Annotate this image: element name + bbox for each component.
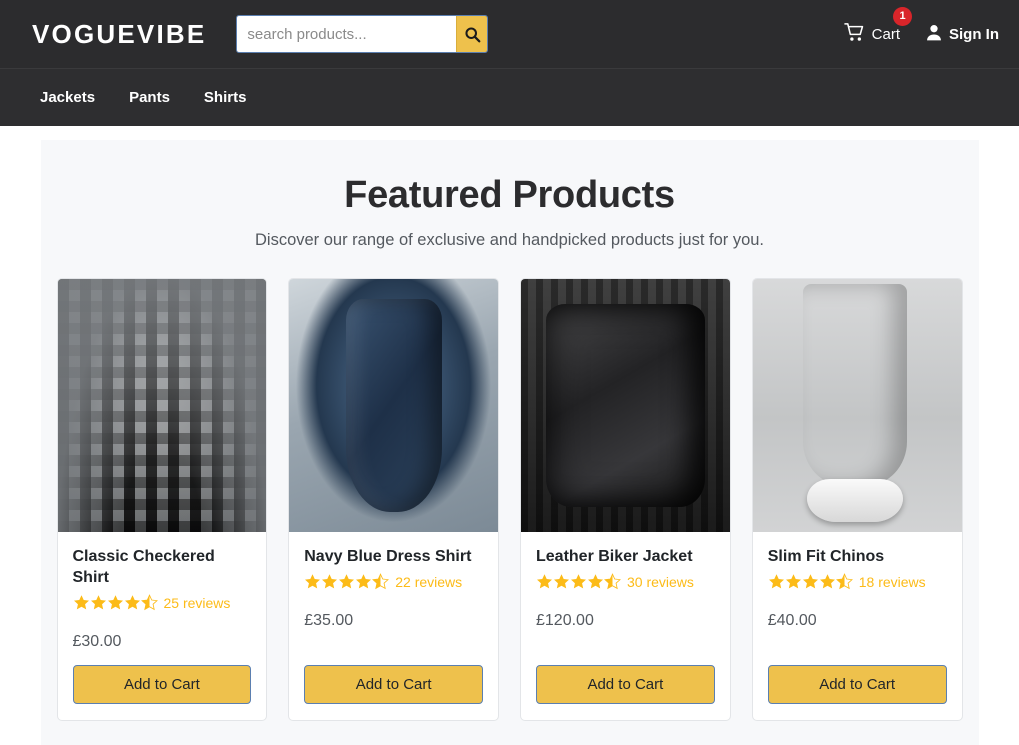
search-icon [464,26,481,43]
search-button[interactable] [456,16,488,52]
page-title: Featured Products [344,174,675,216]
sign-in-button[interactable]: Sign In [926,24,999,45]
header-actions: Cart 1 Sign In [843,6,999,46]
featured-products-panel: Featured Products Discover our range of … [40,140,979,745]
review-count: 22 reviews [395,573,463,590]
product-title: Navy Blue Dress Shirt [304,548,472,565]
add-to-cart-button[interactable]: Add to Cart [304,665,483,705]
site-logo[interactable]: VOGUEVIBE [32,19,206,50]
star-rating-icons [536,573,621,590]
star-rating-icons [73,594,158,611]
page-subtitle: Discover our range of exclusive and hand… [254,231,765,249]
add-to-cart-button[interactable]: Add to Cart [72,665,252,705]
add-to-cart-button[interactable]: Add to Cart [536,665,715,705]
product-price: £30.00 [72,633,122,651]
product-price: £120.00 [536,612,594,630]
product-card[interactable]: Leather Biker Jacket 30 reviews £120.00 … [520,278,731,722]
product-title: Leather Biker Jacket [536,548,693,565]
product-price: £35.00 [304,612,354,630]
product-rating: 22 reviews [304,573,483,590]
product-image [752,279,962,532]
nav-item-jackets[interactable]: Jackets [40,89,95,106]
product-info: Navy Blue Dress Shirt 22 reviews £35.00 … [289,532,498,720]
sign-in-label: Sign In [949,25,999,43]
page-root: VOGUEVIBE search products... Cart 1 Sign… [0,0,1019,745]
product-image [521,279,730,532]
star-rating-icons [768,573,853,590]
shopping-cart-icon [843,22,865,46]
product-info: Classic Checkered Shirt 25 reviews £30.0… [58,532,267,720]
product-title: Slim Fit Chinos [767,548,885,565]
product-card[interactable]: Classic Checkered Shirt 25 reviews £30.0… [56,278,268,722]
product-title: Classic Checkered Shirt [72,548,215,587]
add-to-cart-button[interactable]: Add to Cart [767,665,947,705]
user-icon [926,24,942,45]
product-card[interactable]: Slim Fit Chinos 18 reviews £40.00 Add to… [751,278,963,722]
star-rating-icons [304,573,390,590]
product-rating: 30 reviews [536,573,715,590]
cart-button[interactable]: Cart 1 [843,6,912,46]
product-rating: 25 reviews [73,594,252,611]
content-area: Featured Products Discover our range of … [0,126,1019,745]
product-price: £40.00 [767,612,817,630]
primary-nav: Jackets Pants Shirts [0,68,1019,126]
review-count: 18 reviews [858,573,926,590]
product-image [289,279,498,532]
product-info: Leather Biker Jacket 30 reviews £120.00 … [521,532,730,720]
review-count: 25 reviews [163,594,231,611]
product-rating: 18 reviews [768,573,947,590]
site-header: VOGUEVIBE search products... Cart 1 Sign… [0,0,1019,68]
nav-item-shirts[interactable]: Shirts [204,89,247,106]
product-info: Slim Fit Chinos 18 reviews £40.00 Add to… [753,532,962,720]
search-input[interactable] [237,16,457,52]
product-card[interactable]: Navy Blue Dress Shirt 22 reviews £35.00 … [288,278,499,722]
cart-label: Cart [871,25,900,43]
product-image [57,279,267,532]
product-grid: Classic Checkered Shirt 25 reviews £30.0… [41,278,979,722]
search-bar [236,15,489,53]
nav-item-pants[interactable]: Pants [129,89,170,106]
review-count: 30 reviews [627,573,694,590]
cart-count-badge: 1 [893,6,912,26]
